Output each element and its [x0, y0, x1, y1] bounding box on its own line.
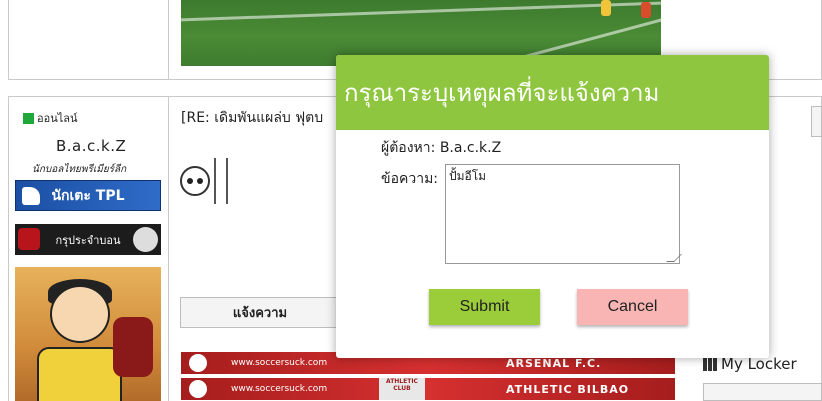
- locker-icon: [703, 357, 717, 371]
- emoticon-lines: [214, 158, 228, 204]
- signature-team: ATHLETIC BILBAO: [506, 382, 630, 396]
- avatar-shirt: [37, 347, 122, 401]
- post-column-divider: [168, 0, 169, 80]
- signature-url: www.soccersuck.com: [231, 358, 328, 368]
- message-label: ข้อความ:: [381, 171, 439, 187]
- signature-team: ARSENAL F.C.: [506, 356, 602, 370]
- emoticon-icon: [180, 156, 228, 208]
- dialog-header: กรุณาระบุเหตุผลที่จะแจ้งความ: [336, 55, 769, 130]
- poster-username[interactable]: B.a.c.k.Z: [56, 137, 126, 155]
- suspect-label: ผู้ต้องหา:: [381, 140, 436, 156]
- forum-page: ออนไลน์ B.a.c.k.Z นักบอลไทยพรีเมียร์ลีก …: [0, 0, 822, 401]
- cancel-button[interactable]: Cancel: [577, 289, 688, 325]
- locker-box: [703, 383, 822, 401]
- boot-icon: [22, 187, 40, 205]
- online-status: ออนไลน์: [23, 109, 78, 127]
- avatar[interactable]: [15, 267, 161, 401]
- poster-title: นักบอลไทยพรีเมียร์ลีก: [32, 164, 127, 175]
- signature-banner-bilbao[interactable]: www.soccersuck.com ATHLETIC CLUB ATHLETI…: [181, 378, 675, 400]
- report-button[interactable]: แจ้งความ: [180, 297, 340, 328]
- avatar-monster: [113, 317, 153, 377]
- group-badge: กรุประจำบอน: [15, 224, 161, 255]
- tpl-badge-label: นักเตะ TPL: [51, 187, 125, 204]
- troll-face-icon: [133, 227, 158, 252]
- dialog-title: กรุณาระบุเหตุผลที่จะแจ้งความ: [344, 79, 660, 107]
- submit-button[interactable]: Submit: [429, 289, 540, 325]
- emoticon-eye: [197, 178, 203, 184]
- emoticon-face: [180, 166, 210, 196]
- post-column-divider: [168, 96, 169, 401]
- message-textarea[interactable]: ปั้มอีโม: [445, 164, 680, 264]
- premier-league-logo-icon: [189, 354, 207, 372]
- suspect-row: ผู้ต้องหา: B.a.c.k.Z: [381, 137, 501, 159]
- athletic-club-crest-icon: ATHLETIC CLUB: [379, 378, 425, 400]
- online-indicator-icon: [23, 112, 34, 124]
- la-liga-logo-icon: [189, 380, 207, 398]
- emoticon-eye: [187, 178, 193, 184]
- tpl-player-badge: นักเตะ TPL: [15, 180, 161, 211]
- online-status-label: ออนไลน์: [37, 112, 78, 125]
- signature-url: www.soccersuck.com: [231, 384, 328, 394]
- suspect-value: B.a.c.k.Z: [439, 140, 502, 156]
- report-dialog: กรุณาระบุเหตุผลที่จะแจ้งความ ผู้ต้องหา: …: [336, 55, 769, 358]
- side-panel-box[interactable]: [811, 106, 822, 137]
- group-badge-label: กรุประจำบอน: [55, 233, 121, 247]
- post-title: [RE: เดิมพันแผล่บ ฟุตบ: [181, 110, 324, 126]
- dice-icon: [18, 228, 40, 250]
- avatar-head: [50, 285, 110, 343]
